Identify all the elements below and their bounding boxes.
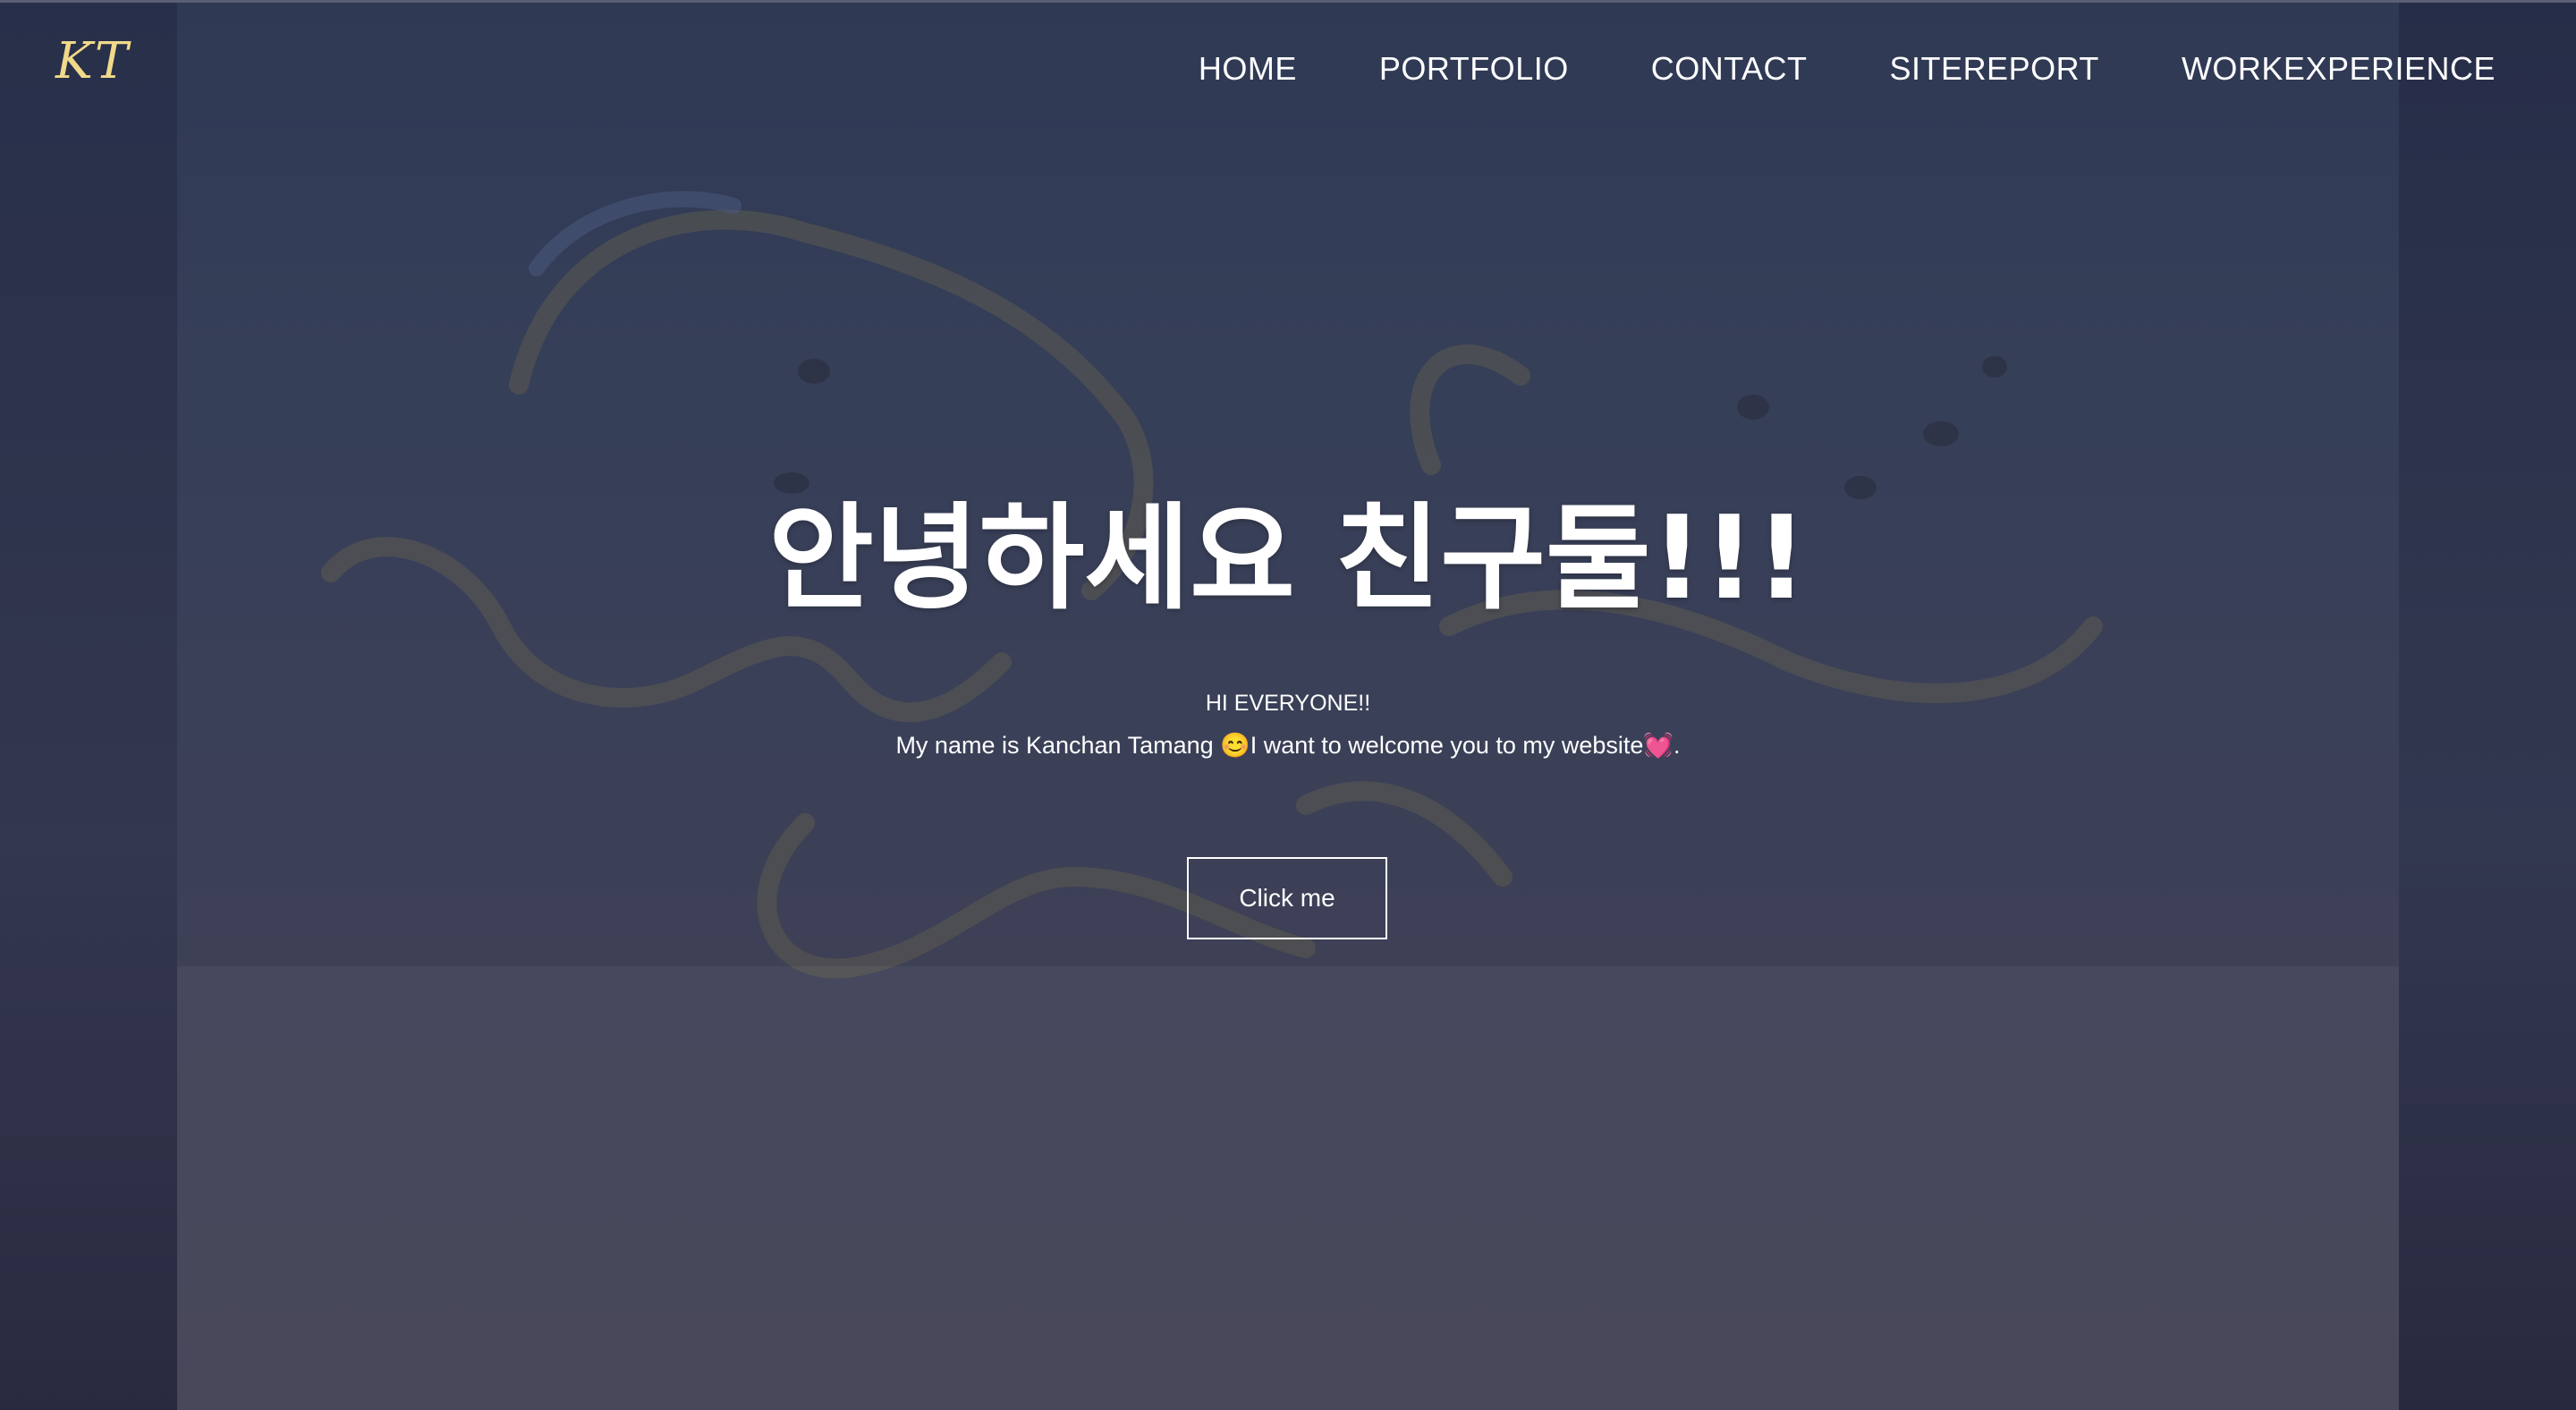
nav-item-sitereport[interactable]: SITEREPORT — [1890, 50, 2099, 88]
hero-intro-text: My name is Kanchan Tamang 😊I want to wel… — [895, 732, 1681, 759]
hero-button-wrap: Click me — [0, 857, 2576, 939]
main-navigation: HOME PORTFOLIO CONTACT SITEREPORT WORKEX… — [1116, 50, 2496, 88]
nav-item-workexperience[interactable]: WORKEXPERIENCE — [2182, 50, 2496, 88]
page: KT HOME PORTFOLIO CONTACT SITEREPORT WOR… — [0, 0, 2576, 1410]
nav-item-contact[interactable]: CONTACT — [1651, 50, 1808, 88]
click-me-button[interactable]: Click me — [1187, 857, 1387, 939]
hero-title: 안녕하세요 친구둘!!! — [768, 492, 1808, 625]
site-logo[interactable]: KT — [55, 32, 130, 90]
nav-item-portfolio[interactable]: PORTFOLIO — [1379, 50, 1569, 88]
hero-greeting: HI EVERYONE!! — [1205, 691, 1371, 716]
hero-section: 안녕하세요 친구둘!!! HI EVERYONE!! My name is Ka… — [0, 483, 2576, 939]
nav-item-home[interactable]: HOME — [1199, 50, 1297, 88]
